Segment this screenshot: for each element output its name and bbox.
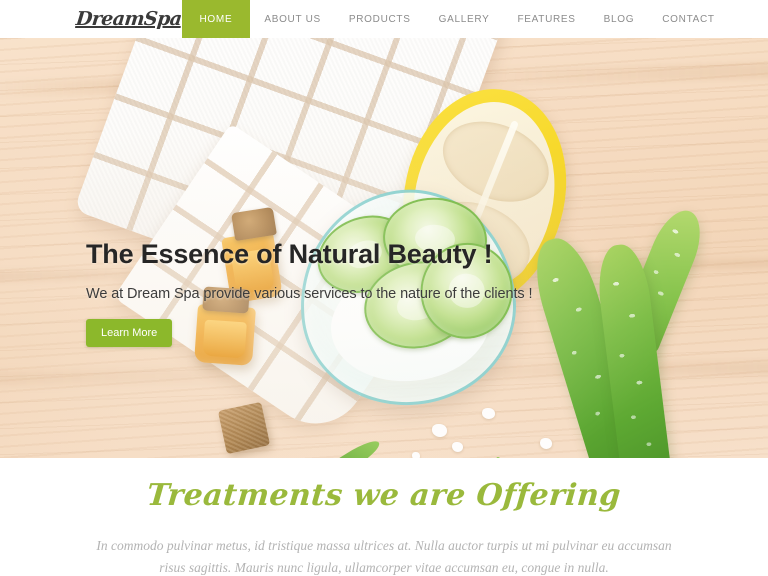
nav-item-about-us[interactable]: ABOUT US [250,0,335,38]
page-root: DreamSpa HOME ABOUT US PRODUCTS GALLERY … [0,0,768,576]
hero-title: The Essence of Natural Beauty ! [86,239,493,269]
nav-item-home[interactable]: HOME [181,0,251,38]
treatments-heading: Treatments we are Offering [145,478,623,513]
hero-subtitle: We at Dream Spa provide various services… [86,286,533,303]
hero-content: The Essence of Natural Beauty ! We at Dr… [86,238,706,348]
learn-more-button[interactable]: Learn More [86,319,173,348]
treatments-paragraph: In commodo pulvinar metus, id tristique … [96,538,672,575]
site-header: DreamSpa HOME ABOUT US PRODUCTS GALLERY … [0,0,768,38]
main-navigation: HOME ABOUT US PRODUCTS GALLERY FEATURES … [181,0,768,38]
treatments-section: Treatments we are Offering In commodo pu… [0,458,768,576]
nav-item-products[interactable]: PRODUCTS [335,0,425,38]
nav-item-gallery[interactable]: GALLERY [425,0,504,38]
nav-item-blog[interactable]: BLOG [590,0,649,38]
logo-container[interactable]: DreamSpa [0,0,183,38]
hero-section: The Essence of Natural Beauty ! We at Dr… [0,38,768,458]
nav-item-features[interactable]: FEATURES [503,0,589,38]
site-logo[interactable]: DreamSpa [75,8,183,30]
nav-item-contact[interactable]: CONTACT [648,0,729,38]
